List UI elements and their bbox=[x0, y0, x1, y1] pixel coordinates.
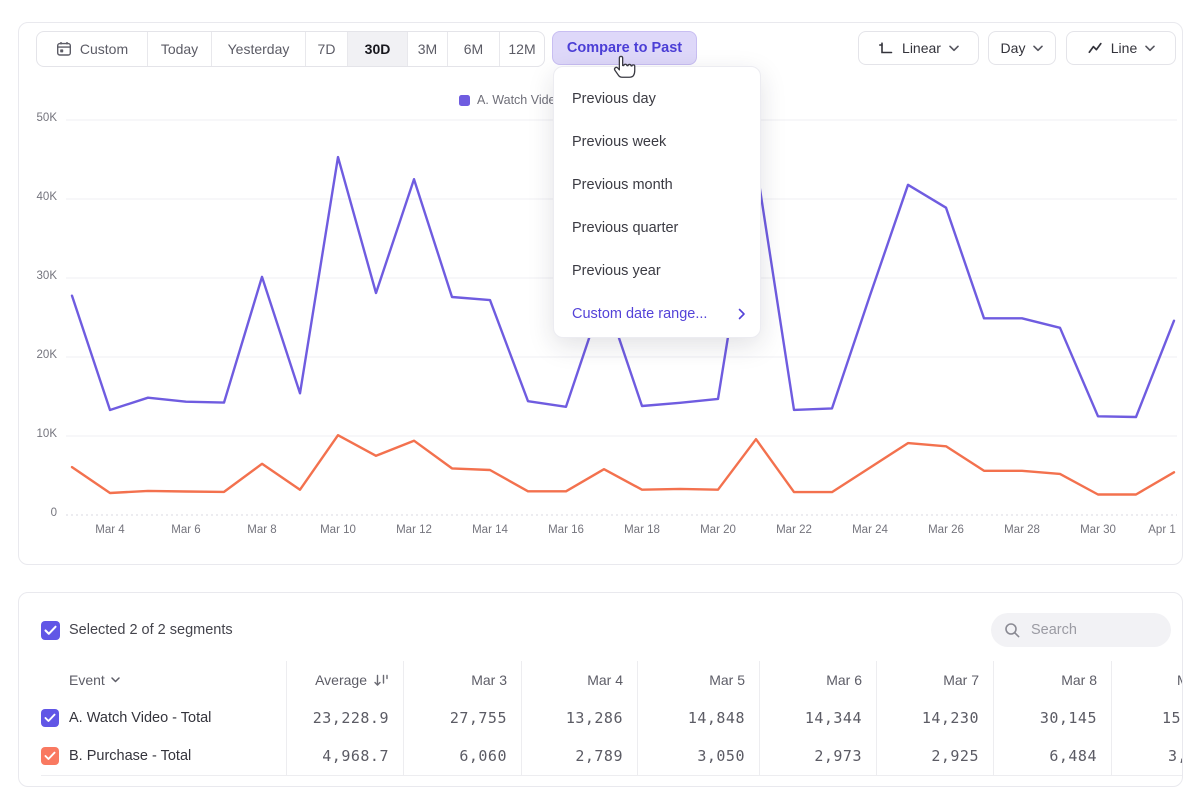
day-value: 2,973 bbox=[814, 747, 862, 765]
axes-icon bbox=[878, 40, 894, 56]
chevron-down-icon bbox=[949, 45, 959, 52]
legend-item-watch-video[interactable]: A. Watch Video bbox=[459, 93, 562, 107]
day-value: 3,050 bbox=[697, 747, 745, 765]
compare-to-past-menu: Previous day Previous week Previous mont… bbox=[553, 66, 761, 338]
date-range-segmented-control: Custom Today Yesterday 7D 30D 3M 6M 12M bbox=[36, 31, 545, 67]
menu-item-previous-week[interactable]: Previous week bbox=[554, 120, 760, 163]
menu-item-previous-month[interactable]: Previous month bbox=[554, 163, 760, 206]
compare-to-past-button[interactable]: Compare to Past bbox=[552, 31, 697, 65]
event-column-header[interactable]: Event bbox=[41, 661, 286, 699]
segment-label: A. Watch Video - Total bbox=[69, 710, 211, 726]
day-value: 6,484 bbox=[1049, 747, 1097, 765]
interval-dropdown-button[interactable]: Day bbox=[988, 31, 1056, 65]
chart-type-dropdown-button[interactable]: Line bbox=[1066, 31, 1176, 65]
day-value: 2,789 bbox=[575, 747, 623, 765]
segment-search bbox=[991, 613, 1171, 647]
day-value-clipped: 3, bbox=[1168, 747, 1183, 765]
table-row-watch-video: A. Watch Video - Total 23,228.9 27,755 1… bbox=[41, 699, 1183, 737]
scale-dropdown-button[interactable]: Linear bbox=[858, 31, 979, 65]
day-value: 6,060 bbox=[459, 747, 507, 765]
menu-item-previous-quarter[interactable]: Previous quarter bbox=[554, 206, 760, 249]
analytics-dashboard: Custom Today Yesterday 7D 30D 3M 6M 12M … bbox=[0, 0, 1200, 802]
search-icon bbox=[1004, 622, 1021, 639]
chevron-down-icon bbox=[1145, 45, 1155, 52]
row-checkbox-watch-video[interactable] bbox=[41, 709, 59, 727]
chevron-down-icon bbox=[1033, 45, 1043, 52]
day-value: 27,755 bbox=[450, 709, 507, 727]
table-row-purchase: B. Purchase - Total 4,968.7 6,060 2,789 … bbox=[41, 737, 1183, 775]
range-custom[interactable]: Custom bbox=[37, 32, 148, 66]
segments-selected-bar: Selected 2 of 2 segments bbox=[41, 613, 233, 647]
range-yesterday[interactable]: Yesterday bbox=[212, 32, 306, 66]
average-value: 4,968.7 bbox=[322, 747, 389, 765]
day-value: 14,848 bbox=[688, 709, 745, 727]
day-value: 30,145 bbox=[1040, 709, 1097, 727]
calendar-icon bbox=[56, 41, 72, 57]
day-value: 14,230 bbox=[922, 709, 979, 727]
line-chart-icon bbox=[1087, 40, 1103, 56]
segments-table: Event Average Mar 3 Mar 4 Mar 5 bbox=[41, 661, 1183, 776]
range-7d[interactable]: 7D bbox=[306, 32, 348, 66]
table-header-row: Event Average Mar 3 Mar 4 Mar 5 bbox=[41, 661, 1183, 699]
segment-label: B. Purchase - Total bbox=[69, 748, 191, 764]
selected-count-label: Selected 2 of 2 segments bbox=[69, 622, 233, 638]
day-value: 14,344 bbox=[805, 709, 862, 727]
range-today[interactable]: Today bbox=[148, 32, 212, 66]
range-3m[interactable]: 3M bbox=[408, 32, 448, 66]
row-checkbox-purchase[interactable] bbox=[41, 747, 59, 765]
range-12m[interactable]: 12M bbox=[500, 32, 544, 66]
segments-card: Selected 2 of 2 segments Event Average bbox=[18, 592, 1183, 787]
menu-item-previous-day[interactable]: Previous day bbox=[554, 77, 760, 120]
menu-item-previous-year[interactable]: Previous year bbox=[554, 249, 760, 292]
clipped-day-column-header: M bbox=[1111, 661, 1183, 699]
day-value-clipped: 15, bbox=[1162, 709, 1183, 727]
chevron-down-icon bbox=[111, 677, 120, 683]
day-column-header[interactable]: Mar 8 bbox=[993, 661, 1111, 699]
select-all-checkbox[interactable] bbox=[41, 621, 60, 640]
day-column-header[interactable]: Mar 5 bbox=[637, 661, 759, 699]
day-value: 2,925 bbox=[931, 747, 979, 765]
range-label: Custom bbox=[80, 41, 128, 57]
day-value: 13,286 bbox=[566, 709, 623, 727]
day-column-header[interactable]: Mar 3 bbox=[403, 661, 521, 699]
average-value: 23,228.9 bbox=[313, 709, 389, 727]
range-6m[interactable]: 6M bbox=[448, 32, 500, 66]
chevron-right-icon bbox=[738, 308, 746, 320]
day-column-header[interactable]: Mar 7 bbox=[876, 661, 993, 699]
day-column-header[interactable]: Mar 6 bbox=[759, 661, 876, 699]
range-30d-selected[interactable]: 30D bbox=[348, 32, 408, 66]
day-column-header[interactable]: Mar 4 bbox=[521, 661, 637, 699]
sort-descending-icon bbox=[374, 674, 389, 687]
series-a-swatch bbox=[459, 95, 470, 106]
menu-item-custom-date-range[interactable]: Custom date range... bbox=[554, 292, 760, 335]
average-column-header[interactable]: Average bbox=[286, 661, 403, 699]
